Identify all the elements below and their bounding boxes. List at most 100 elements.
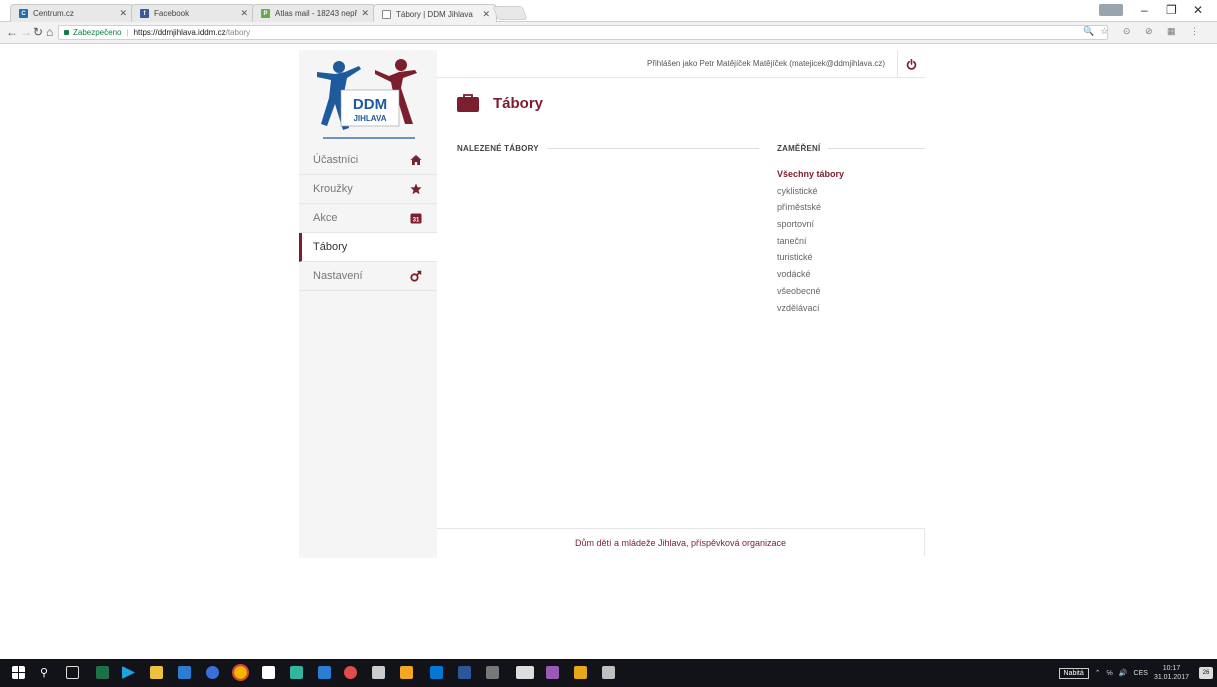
ddm-jihlava-logo[interactable]: DDM JIHLAVA: [315, 58, 423, 140]
browser-tab-active[interactable]: Tábory | DDM Jihlava ✕: [373, 4, 497, 23]
tab-close-icon[interactable]: ✕: [361, 8, 369, 19]
calendar-badge: 31: [413, 218, 420, 224]
search-icon[interactable]: ⚲: [40, 666, 53, 679]
back-arrow-icon[interactable]: ←: [6, 25, 18, 39]
chrome-icon[interactable]: [232, 664, 249, 681]
sidebar-item-label: Akce: [313, 212, 338, 224]
main-content: Přihlášen jako Petr Matějíček Matějíček …: [437, 50, 925, 558]
secure-label: Zabezpečeno: [73, 28, 122, 37]
browser-app-icon[interactable]: [206, 666, 219, 679]
footer-text: Dům dětí a mládeže Jihlava, příspěvková …: [574, 537, 787, 548]
sidebar-item-label: Účastníci: [313, 154, 359, 166]
close-window-icon[interactable]: ✕: [1193, 3, 1203, 17]
page-footer: Dům dětí a mládeže Jihlava, příspěvková …: [437, 528, 925, 556]
tab-close-icon[interactable]: ✕: [240, 8, 248, 19]
logout-button[interactable]: [897, 50, 925, 78]
notification-center-icon[interactable]: 26: [1199, 667, 1213, 679]
app-icon[interactable]: [290, 666, 303, 679]
found-camps-label: NALEZENÉ TÁBORY: [457, 144, 539, 153]
app-icon[interactable]: [178, 666, 191, 679]
forward-arrow-icon[interactable]: →: [20, 25, 32, 39]
chevron-up-icon[interactable]: ⌃: [1095, 669, 1101, 677]
new-tab-button[interactable]: [492, 6, 528, 20]
system-tray: Nabitá ⌃ ℅ 🔊 CES 10:17 31.01.2017 26: [1058, 659, 1213, 687]
page-heading: Tábory: [457, 94, 543, 112]
calculator-icon[interactable]: [372, 666, 385, 679]
gender-icon: [409, 269, 423, 283]
visual-studio-icon[interactable]: [546, 666, 559, 679]
logo-text-jihlava: JIHLAVA: [353, 114, 386, 123]
filter-primestske[interactable]: příměstské: [777, 199, 844, 216]
url-path: /tabory: [225, 28, 251, 37]
filter-cyklisticke[interactable]: cyklistické: [777, 183, 844, 200]
tab-title: Centrum.cz: [33, 9, 74, 18]
extension-icons[interactable]: 🔍☆ ⊙ ⊘ ▦ ⋮: [1083, 26, 1205, 37]
browser-tab[interactable]: C Centrum.cz ✕: [10, 4, 134, 22]
app-icon[interactable]: [486, 666, 499, 679]
filter-all-camps[interactable]: Všechny tábory: [777, 166, 844, 183]
app-icon[interactable]: [602, 666, 615, 679]
page-title: Tábory: [493, 94, 544, 112]
home-icon[interactable]: ⌂: [46, 25, 53, 39]
profile-avatar[interactable]: [1099, 4, 1123, 16]
tab-close-icon[interactable]: ✕: [119, 8, 127, 19]
sidebar-item-label: Nastavení: [313, 270, 363, 282]
clock-time: 10:17: [1162, 665, 1181, 672]
browser-toolbar: ← → ↻ ⌂ Zabezpečeno | https://ddmjihlava…: [0, 22, 1217, 44]
filter-vzdelavaci[interactable]: vzdělávací: [777, 300, 844, 317]
app-icon[interactable]: [574, 666, 587, 679]
briefcase-icon: [457, 94, 479, 112]
page-favicon-icon: [382, 9, 391, 19]
outlook-icon[interactable]: [430, 666, 443, 679]
logo-text-ddm: DDM: [353, 96, 387, 113]
url-bar[interactable]: Zabezpečeno | https://ddmjihlava.iddm.cz…: [58, 25, 1108, 40]
facebook-favicon-icon: f: [140, 9, 149, 18]
url-host: https://ddmjihlava.iddm.cz: [133, 28, 226, 37]
lock-icon: [64, 30, 69, 35]
calendar-icon: 31: [409, 211, 423, 225]
language-indicator[interactable]: CES: [1134, 670, 1148, 677]
clock-date: 31.01.2017: [1153, 674, 1189, 681]
centrum-favicon-icon: C: [19, 9, 28, 18]
filter-turisticke[interactable]: turistické: [777, 249, 844, 266]
filter-vseobecne[interactable]: všeobecné: [777, 283, 844, 300]
network-icon[interactable]: ℅: [1107, 670, 1113, 677]
minimize-icon[interactable]: –: [1141, 3, 1148, 17]
reload-icon[interactable]: ↻: [33, 25, 43, 39]
clock[interactable]: 10:17 31.01.2017: [1154, 664, 1189, 682]
store-icon[interactable]: [262, 666, 275, 679]
excel-icon[interactable]: [96, 666, 109, 679]
file-explorer-icon[interactable]: [150, 666, 163, 679]
app-icon[interactable]: [344, 666, 357, 679]
battery-status[interactable]: Nabitá: [1058, 667, 1089, 679]
browser-tabstrip: C Centrum.cz ✕ f Facebook ✕ P Atlas mail…: [0, 0, 1217, 23]
app-icon[interactable]: [400, 666, 413, 679]
divider: [828, 148, 925, 149]
sidebar-item-akce[interactable]: Akce 31: [299, 204, 437, 233]
top-bar: Přihlášen jako Petr Matějíček Matějíček …: [437, 50, 925, 78]
sidebar-item-krouzky[interactable]: Kroužky: [299, 175, 437, 204]
volume-icon[interactable]: 🔊: [1119, 669, 1128, 677]
sidebar-item-nastaveni[interactable]: Nastavení: [299, 262, 437, 291]
divider: [546, 148, 759, 149]
home-icon: [409, 153, 423, 167]
filter-sportovni[interactable]: sportovní: [777, 216, 844, 233]
task-view-icon[interactable]: [66, 666, 79, 679]
filter-tanecni[interactable]: taneční: [777, 233, 844, 250]
sidebar-item-tabory[interactable]: Tábory: [299, 233, 437, 262]
media-player-icon[interactable]: [122, 666, 135, 679]
save-app-icon[interactable]: [318, 666, 331, 679]
power-icon: [906, 58, 917, 70]
tab-close-icon[interactable]: ✕: [482, 9, 490, 20]
restore-icon[interactable]: ❐: [1166, 3, 1177, 17]
windows-start-icon[interactable]: [12, 666, 25, 679]
word-icon[interactable]: [458, 666, 471, 679]
app-icon[interactable]: [516, 666, 534, 679]
sidebar-item-ucastnici[interactable]: Účastníci: [299, 146, 437, 175]
filter-vodacke[interactable]: vodácké: [777, 266, 844, 283]
browser-tab[interactable]: f Facebook ✕: [131, 4, 255, 22]
star-icon: [409, 182, 423, 196]
logged-in-user: Přihlášen jako Petr Matějíček Matějíček …: [647, 59, 885, 68]
tab-title: Facebook: [154, 9, 190, 18]
browser-tab[interactable]: P Atlas mail - 18243 nepřeč ✕: [252, 4, 376, 22]
